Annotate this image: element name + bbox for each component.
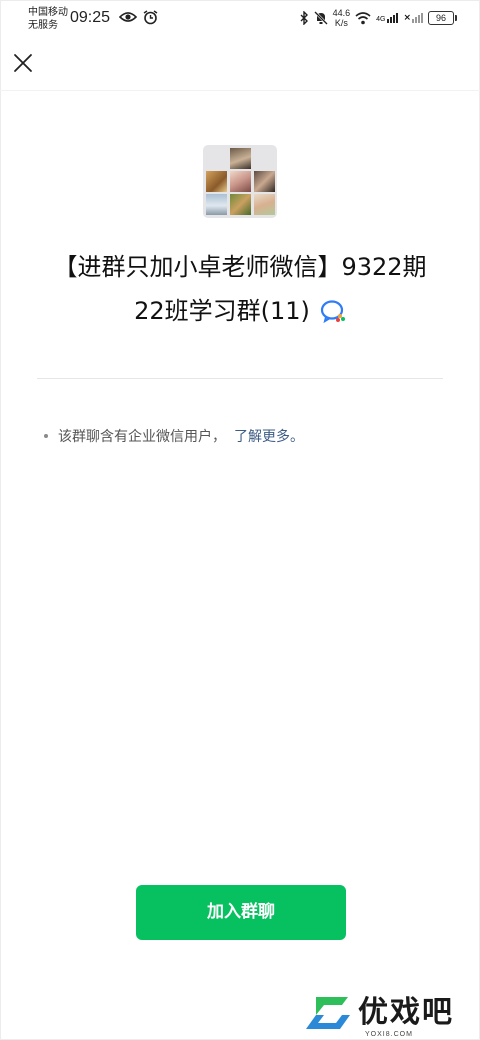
eye-icon xyxy=(119,12,137,22)
watermark-logo-icon xyxy=(306,997,350,1029)
group-name: 【进群只加小卓老师微信】9322期 22班学习群(11) xyxy=(40,245,440,333)
watermark-domain: YOXI8.COM xyxy=(365,1031,413,1038)
member-avatar xyxy=(206,194,227,215)
battery-indicator: 96 xyxy=(428,11,457,25)
status-icons-left xyxy=(119,10,158,25)
signal-strength-icon-2: × xyxy=(403,13,423,23)
wifi-icon xyxy=(355,11,371,24)
bluetooth-icon xyxy=(300,11,308,25)
group-name-line2: 22班学习群(11) xyxy=(134,297,310,325)
member-avatar xyxy=(230,148,251,169)
group-name-line2-row: 22班学习群(11) xyxy=(134,289,346,333)
member-avatar xyxy=(230,194,251,215)
mute-icon xyxy=(313,11,328,25)
alarm-icon xyxy=(143,10,158,25)
carrier-name: 中国移动 xyxy=(28,7,68,18)
group-avatar xyxy=(203,145,277,218)
member-avatar xyxy=(254,171,275,192)
signal-strength-icon: 4G xyxy=(376,13,399,23)
member-avatar xyxy=(254,194,275,215)
enterprise-wechat-notice: 该群聊含有企业微信用户， 了解更多。 xyxy=(44,426,304,446)
site-watermark: 优戏吧 xyxy=(302,993,454,1033)
carrier-info: 中国移动 无服务 xyxy=(28,6,68,32)
wecom-icon xyxy=(320,300,345,323)
notice-text: 该群聊含有企业微信用户， xyxy=(58,429,226,445)
status-bar: 中国移动 无服务 09:25 44.6 K/s 4G × 96 xyxy=(0,0,480,40)
network-speed: 44.6 K/s xyxy=(333,8,351,28)
network-speed-value: 44.6 xyxy=(332,8,351,18)
learn-more-link[interactable]: 了解更多。 xyxy=(234,426,304,446)
group-name-line1: 【进群只加小卓老师微信】9322期 xyxy=(53,253,427,281)
section-divider xyxy=(37,378,443,379)
close-icon xyxy=(14,54,32,72)
join-group-button[interactable]: 加入群聊 xyxy=(136,885,346,940)
member-avatar xyxy=(230,171,251,192)
network-type: 4G xyxy=(376,16,386,23)
member-avatar xyxy=(206,171,227,192)
status-icons-right: 44.6 K/s 4G × 96 xyxy=(299,8,457,28)
close-button[interactable] xyxy=(8,48,38,78)
status-time: 09:25 xyxy=(70,9,111,26)
bullet-dot xyxy=(44,434,48,438)
carrier-status: 无服务 xyxy=(28,20,58,31)
network-speed-unit: K/s xyxy=(334,18,348,28)
nav-divider xyxy=(0,90,480,91)
watermark-text: 优戏吧 xyxy=(358,995,454,1030)
